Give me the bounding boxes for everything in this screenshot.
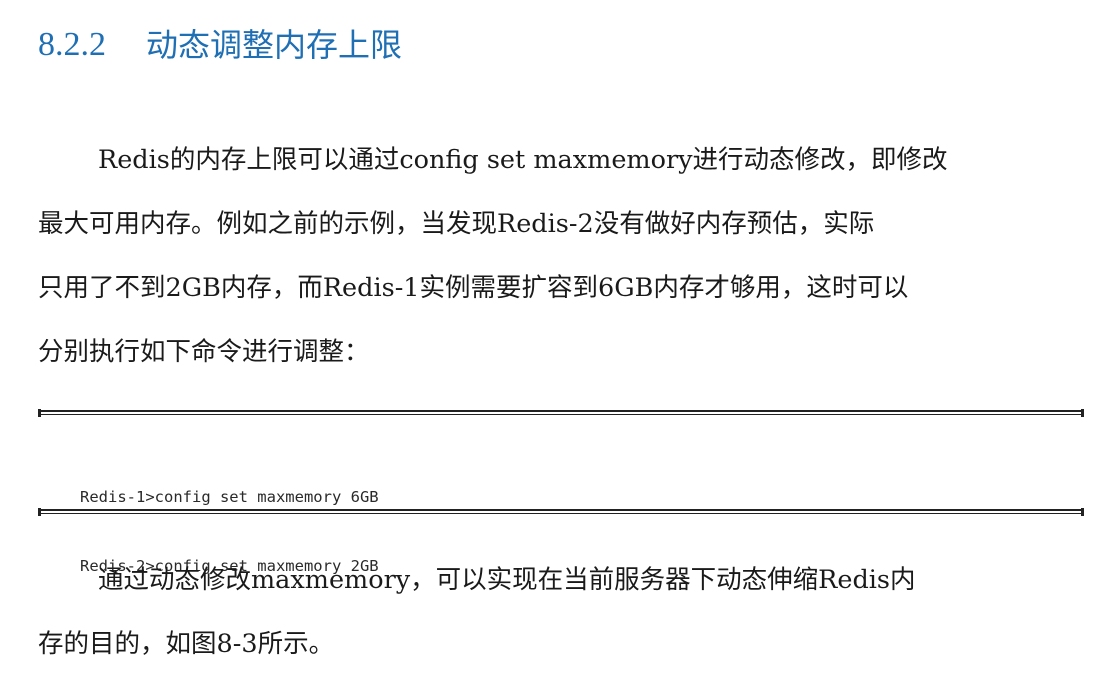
paragraph-line: 存的目的，如图8-3所示。 (38, 629, 335, 659)
paragraph-line: 只用了不到2GB内存，而Redis-1实例需要扩容到6GB内存才够用，这时可以 (38, 273, 909, 303)
paragraph-line: 最大可用内存。例如之前的示例，当发现Redis-2没有做好内存预估，实际 (38, 209, 875, 239)
code-block-top-rule (38, 409, 1084, 417)
paragraph-intro: Redis的内存上限可以通过config set maxmemory进行动态修改… (38, 128, 1078, 384)
paragraph-line: 分别执行如下命令进行调整： (38, 337, 370, 367)
section-title: 动态调整内存上限 (146, 26, 403, 64)
paragraph-line: Redis的内存上限可以通过config set maxmemory进行动态修改… (98, 145, 948, 175)
paragraph-conclusion: 通过动态修改maxmemory，可以实现在当前服务器下动态伸缩Redis内 存的… (38, 548, 1078, 676)
code-block: Redis-1>config set maxmemory 6GB Redis-2… (38, 409, 1084, 575)
section-heading: 8.2.2 动态调整内存上限 (38, 20, 402, 70)
code-block-bottom-rule (38, 508, 1084, 516)
paragraph-line: 通过动态修改maxmemory，可以实现在当前服务器下动态伸缩Redis内 (98, 565, 916, 595)
code-line: Redis-1>config set maxmemory 6GB (80, 488, 379, 506)
section-number: 8.2.2 (38, 26, 106, 63)
